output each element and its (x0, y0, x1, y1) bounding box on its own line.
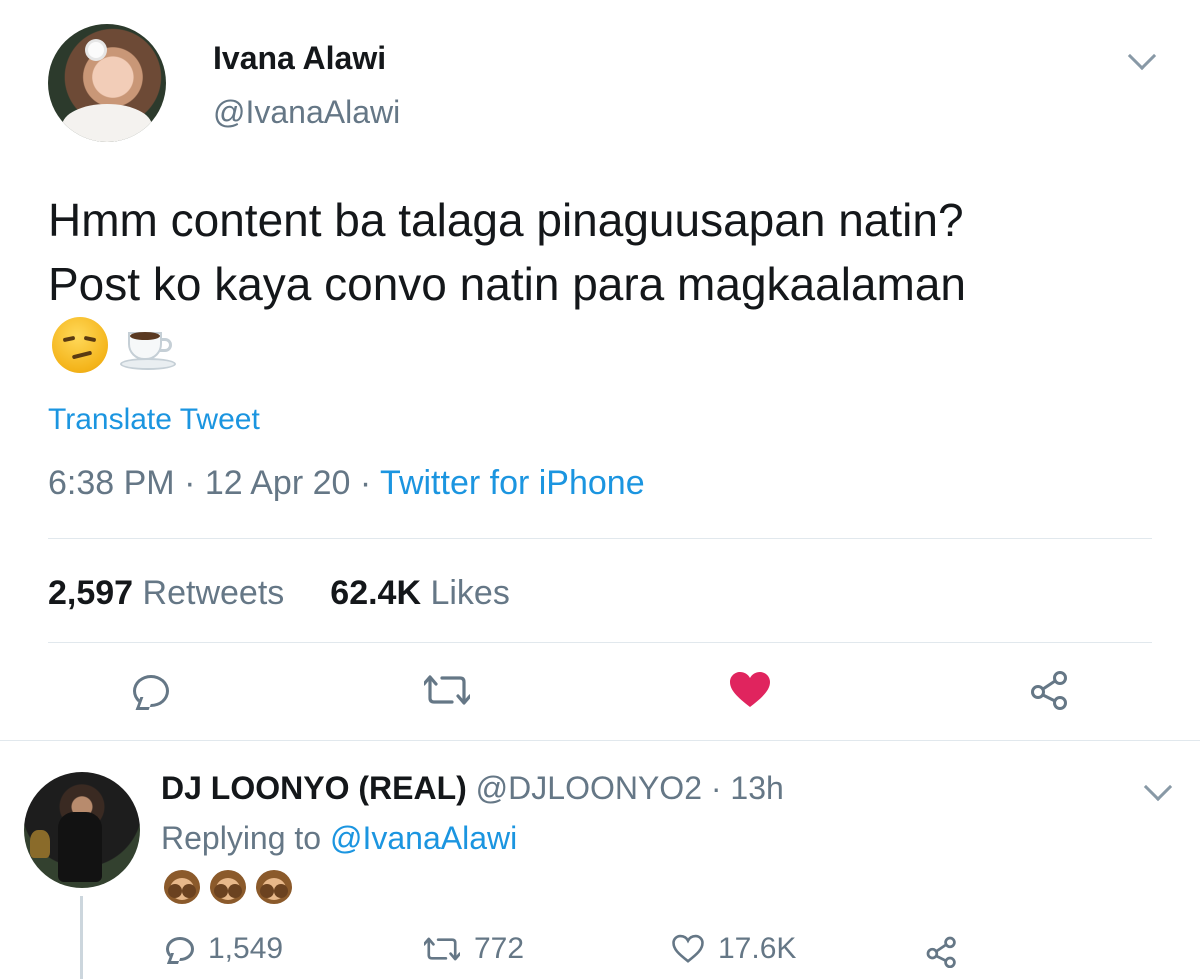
speak-no-evil-monkey-icon (161, 868, 203, 908)
tweet-stats: 2,597 Retweets 62.4K Likes (48, 574, 510, 613)
reply-author-avatar[interactable] (24, 772, 140, 888)
avatar-figure (58, 812, 102, 882)
reply-author-handle[interactable]: @DJLOONYO2 (476, 770, 702, 806)
tweet-time[interactable]: 6:38 PM (48, 464, 175, 502)
divider (0, 740, 1200, 741)
like-button[interactable] (729, 671, 771, 714)
reply-separator: · (710, 770, 722, 806)
speak-no-evil-monkey-icon (207, 868, 249, 908)
heart-outline-icon (672, 934, 704, 963)
share-icon (926, 936, 956, 968)
retweet-button[interactable] (422, 672, 472, 713)
likes-label: Likes (430, 574, 510, 612)
retweet-count: 772 (474, 932, 525, 965)
tweet-text-line1: Hmm content ba talaga pinaguusapan natin… (48, 194, 964, 246)
reply-emojis (161, 868, 295, 908)
retweets-count: 2,597 (48, 574, 134, 612)
reply-icon (166, 937, 194, 961)
reply-icon (133, 675, 169, 707)
replying-to-label: Replying to (161, 820, 322, 856)
tweet-source-link[interactable]: Twitter for iPhone (380, 464, 645, 502)
chevron-down-icon[interactable] (1127, 41, 1157, 71)
tweet-meta: 6:38 PM · 12 Apr 20 · Twitter for iPhone (48, 464, 645, 503)
thread-line (80, 896, 83, 979)
share-icon (1031, 671, 1067, 710)
reply-like-button[interactable]: 17.6K (672, 932, 796, 966)
hair-flower (88, 42, 104, 58)
share-button[interactable] (1030, 670, 1070, 715)
heart-filled-icon (730, 672, 770, 707)
retweet-icon (422, 675, 472, 705)
tweet-text-line2: Post ko kaya convo natin para magkaalama… (48, 258, 966, 310)
translate-tweet-link[interactable]: Translate Tweet (48, 403, 260, 437)
tweet-date[interactable]: 12 Apr 20 (205, 464, 351, 502)
divider (48, 538, 1152, 539)
like-count: 17.6K (718, 932, 797, 965)
reply-share-button[interactable] (926, 936, 958, 968)
retweets-stat[interactable]: 2,597 Retweets (48, 574, 284, 612)
reply-author-name[interactable]: DJ LOONYO (REAL) (161, 770, 467, 806)
hot-beverage-icon (116, 318, 180, 372)
reply-count: 1,549 (208, 932, 284, 965)
reply-retweet-button[interactable]: 772 (424, 932, 524, 966)
speak-no-evil-monkey-icon (253, 868, 295, 908)
likes-count: 62.4K (330, 574, 422, 612)
divider (48, 642, 1152, 643)
reply-reply-button[interactable]: 1,549 (166, 932, 283, 966)
avatar-gramophone (30, 830, 50, 858)
meta-separator: · (359, 464, 372, 502)
author-handle[interactable]: @IvanaAlawi (213, 94, 400, 131)
meta-separator: · (184, 464, 196, 502)
reply-button[interactable] (131, 673, 171, 713)
likes-stat[interactable]: 62.4K Likes (330, 574, 510, 612)
tweet-emojis (48, 317, 180, 373)
reply-header: DJ LOONYO (REAL) @DJLOONYO2 · 13h (161, 770, 784, 807)
chevron-down-icon[interactable] (1143, 772, 1173, 802)
smirking-face-icon (48, 317, 112, 373)
retweet-icon (424, 937, 460, 961)
tweet-text: Hmm content ba talaga pinaguusapan natin… (48, 188, 1158, 316)
reply-age[interactable]: 13h (730, 770, 783, 806)
avatar-shoulder (62, 104, 152, 142)
author-avatar[interactable] (48, 24, 166, 142)
replying-to-handle[interactable]: @IvanaAlawi (330, 820, 517, 856)
replying-to: Replying to @IvanaAlawi (161, 820, 517, 857)
retweets-label: Retweets (142, 574, 285, 612)
author-name[interactable]: Ivana Alawi (213, 40, 386, 77)
